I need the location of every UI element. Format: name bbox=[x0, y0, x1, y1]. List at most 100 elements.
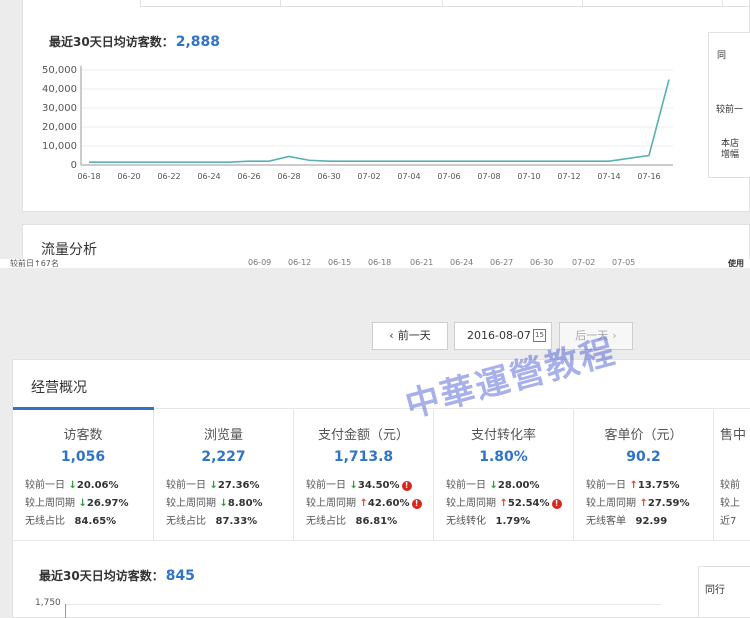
avg-visitors-value: 2,888 bbox=[175, 34, 220, 50]
x-tick-label: 07-06 bbox=[437, 172, 460, 181]
compare-value: 20.06% bbox=[76, 480, 119, 491]
y-tick-label: 50,000 bbox=[42, 65, 77, 76]
metric-compare-row: 较前 bbox=[720, 476, 750, 491]
calendar-day: 15 bbox=[535, 331, 544, 339]
metric-compare-row: 较上周同期 ↑27.59% bbox=[586, 494, 690, 509]
compare-value: 27.36% bbox=[217, 480, 260, 491]
cut-text-3: 06-15 bbox=[328, 259, 352, 267]
visitor-trend-card: 最近30天日均访客数： 2,888 0 10,000 20,000 30,000 40,0… bbox=[22, 0, 750, 212]
x-tick-label: 07-08 bbox=[477, 172, 500, 181]
date-picker-input[interactable]: 2016-08-07 15 bbox=[454, 322, 552, 350]
side-label-0: 同 bbox=[717, 51, 727, 61]
bottom-screenshot: ‹ 前一天 2016-08-07 15 后一天 › 经营概况 访客数 1,056 较前一… bbox=[0, 310, 750, 618]
compare-label: 无线占比 bbox=[166, 516, 206, 527]
cut-text-8: 06-30 bbox=[530, 259, 554, 267]
metric-tile[interactable]: 访客数 1,056 较前一日 ↓20.06% 较上周同期 ↓26.97% 无线占比 84… bbox=[13, 410, 154, 540]
y-tick-label: 40,000 bbox=[42, 84, 77, 95]
x-tick-label: 07-04 bbox=[397, 172, 420, 181]
y-tick-top: 1,750 bbox=[35, 598, 61, 608]
metric-compare-row: 较前一日 ↑13.75% bbox=[586, 476, 680, 491]
alert-icon[interactable]: ! bbox=[551, 499, 562, 509]
metric-compare-row: 较上周同期 ↓8.80% bbox=[166, 494, 263, 509]
screenshot-composite: 最近30天日均访客数： 2,888 0 10,000 20,000 30,000 40,0… bbox=[0, 0, 750, 618]
metric-name: 支付转化率 bbox=[470, 428, 536, 443]
prev-day-button[interactable]: ‹ 前一天 bbox=[372, 322, 448, 350]
arrow-down-icon: ↓ bbox=[486, 480, 498, 491]
compare-value: 87.33% bbox=[215, 516, 258, 527]
metric-compare-row: 较前一日 ↓20.06% bbox=[25, 476, 119, 491]
metric-compare-row: 无线占比 84.65% bbox=[25, 512, 116, 527]
cut-text-0: 较前日↑67名 bbox=[10, 259, 59, 268]
cropped-row: 较前日↑67名 06-09 06-12 06-15 06-18 06-21 06… bbox=[0, 259, 750, 268]
metric-name: 客单价（元） bbox=[604, 428, 683, 443]
metric-name: 访客数 bbox=[63, 428, 103, 443]
arrow-up-icon: ↑ bbox=[356, 498, 368, 509]
metric-tile[interactable]: 支付转化率 1.80% 较前一日 ↓28.00% 较上周同期 ↑52.54%! 无线转化… bbox=[434, 410, 574, 540]
compare-value: 1.79% bbox=[495, 516, 531, 527]
x-tick-label: 07-14 bbox=[597, 172, 620, 181]
metric-compare-row: 无线客单 92.99 bbox=[586, 512, 667, 527]
compare-label: 较前 bbox=[720, 480, 740, 491]
avg-visitors-label-2: 最近30天日均访客数： bbox=[39, 569, 164, 583]
y-tick-label: 0 bbox=[71, 160, 77, 171]
x-tick-label: 07-12 bbox=[557, 172, 580, 181]
cut-text-10: 07-05 bbox=[612, 259, 636, 267]
compare-label: 较前一日 bbox=[25, 480, 65, 491]
side-label-peer: 同行 bbox=[705, 585, 725, 596]
alert-icon[interactable]: ! bbox=[401, 481, 412, 491]
x-tick-label: 07-10 bbox=[517, 172, 540, 181]
metric-compare-row: 无线占比 87.33% bbox=[166, 512, 257, 527]
cut-text-5: 06-21 bbox=[410, 259, 434, 267]
compare-label: 无线占比 bbox=[306, 516, 346, 527]
next-day-button[interactable]: 后一天 › bbox=[559, 322, 633, 350]
compare-value: 34.50% bbox=[357, 480, 400, 491]
compare-value: 13.75% bbox=[637, 480, 680, 491]
compare-value: 92.99 bbox=[635, 516, 668, 527]
top-tab-strip bbox=[140, 0, 750, 7]
divider bbox=[13, 540, 750, 541]
alert-icon[interactable]: ! bbox=[411, 499, 422, 509]
date-navigation: ‹ 前一天 2016-08-07 15 后一天 › bbox=[0, 310, 750, 356]
avg-visitors-heading: 最近30天日均访客数： 2,888 bbox=[49, 33, 220, 50]
metric-compare-row: 较上 bbox=[720, 494, 750, 509]
side-label-3: 增幅 bbox=[721, 150, 740, 160]
y-tick-label: 30,000 bbox=[42, 103, 77, 114]
compare-value: 52.54% bbox=[507, 498, 550, 509]
metric-tile[interactable]: 支付金额（元） 1,713.8 较前一日 ↓34.50%! 较上周同期 ↑42.60%… bbox=[294, 410, 434, 540]
compare-label: 较上 bbox=[720, 498, 740, 509]
calendar-icon: 15 bbox=[533, 329, 546, 342]
x-tick-label: 06-18 bbox=[77, 172, 100, 181]
metric-tile[interactable]: 浏览量 2,227 较前一日 ↓27.36% 较上周同期 ↓8.80% 无线占比 87.… bbox=[154, 410, 294, 540]
compare-label: 较上周同期 bbox=[306, 498, 356, 509]
x-tick-label: 06-26 bbox=[237, 172, 260, 181]
visitor-trend-chart: 0 10,000 20,000 30,000 40,000 50,000 06-18 06-2… bbox=[42, 65, 673, 181]
compare-label: 较上周同期 bbox=[25, 498, 75, 509]
compare-label: 较上周同期 bbox=[446, 498, 496, 509]
business-overview-card: 经营概况 访客数 1,056 较前一日 ↓20.06% 较上周同期 ↓26.97% 无线… bbox=[12, 359, 750, 618]
metric-compare-row: 无线占比 86.81% bbox=[306, 512, 397, 527]
compare-value: 8.80% bbox=[227, 498, 263, 509]
metric-tile[interactable]: 客单价（元） 90.2 较前一日 ↑13.75% 较上周同期 ↑27.59% 无线客单 … bbox=[574, 410, 714, 540]
compare-value: 28.00% bbox=[497, 480, 540, 491]
metric-tile[interactable]: 售中 较前 较上 近7 bbox=[714, 410, 750, 540]
arrow-up-icon: ↑ bbox=[636, 498, 648, 509]
arrow-up-icon: ↑ bbox=[626, 480, 638, 491]
cut-text-1: 06-09 bbox=[248, 259, 272, 267]
x-tick-label: 07-16 bbox=[637, 172, 660, 181]
metric-name: 浏览量 bbox=[203, 428, 243, 443]
y-tick-label: 20,000 bbox=[42, 122, 77, 133]
metric-name: 售中 bbox=[720, 428, 747, 443]
metric-value: 1,713.8 bbox=[333, 449, 394, 465]
compare-label: 较前一日 bbox=[166, 480, 206, 491]
y-axis bbox=[65, 604, 66, 618]
arrow-down-icon: ↓ bbox=[75, 498, 87, 509]
arrow-down-icon: ↓ bbox=[65, 480, 77, 491]
metric-value: 1.80% bbox=[479, 449, 528, 465]
x-tick-label: 06-28 bbox=[277, 172, 300, 181]
overview-title: 经营概况 bbox=[31, 380, 87, 396]
compare-value: 27.59% bbox=[647, 498, 690, 509]
cut-text-2: 06-12 bbox=[288, 259, 312, 267]
compare-label: 无线转化 bbox=[446, 516, 486, 527]
series-line bbox=[89, 79, 670, 163]
metric-compare-row: 较前一日 ↓27.36% bbox=[166, 476, 260, 491]
